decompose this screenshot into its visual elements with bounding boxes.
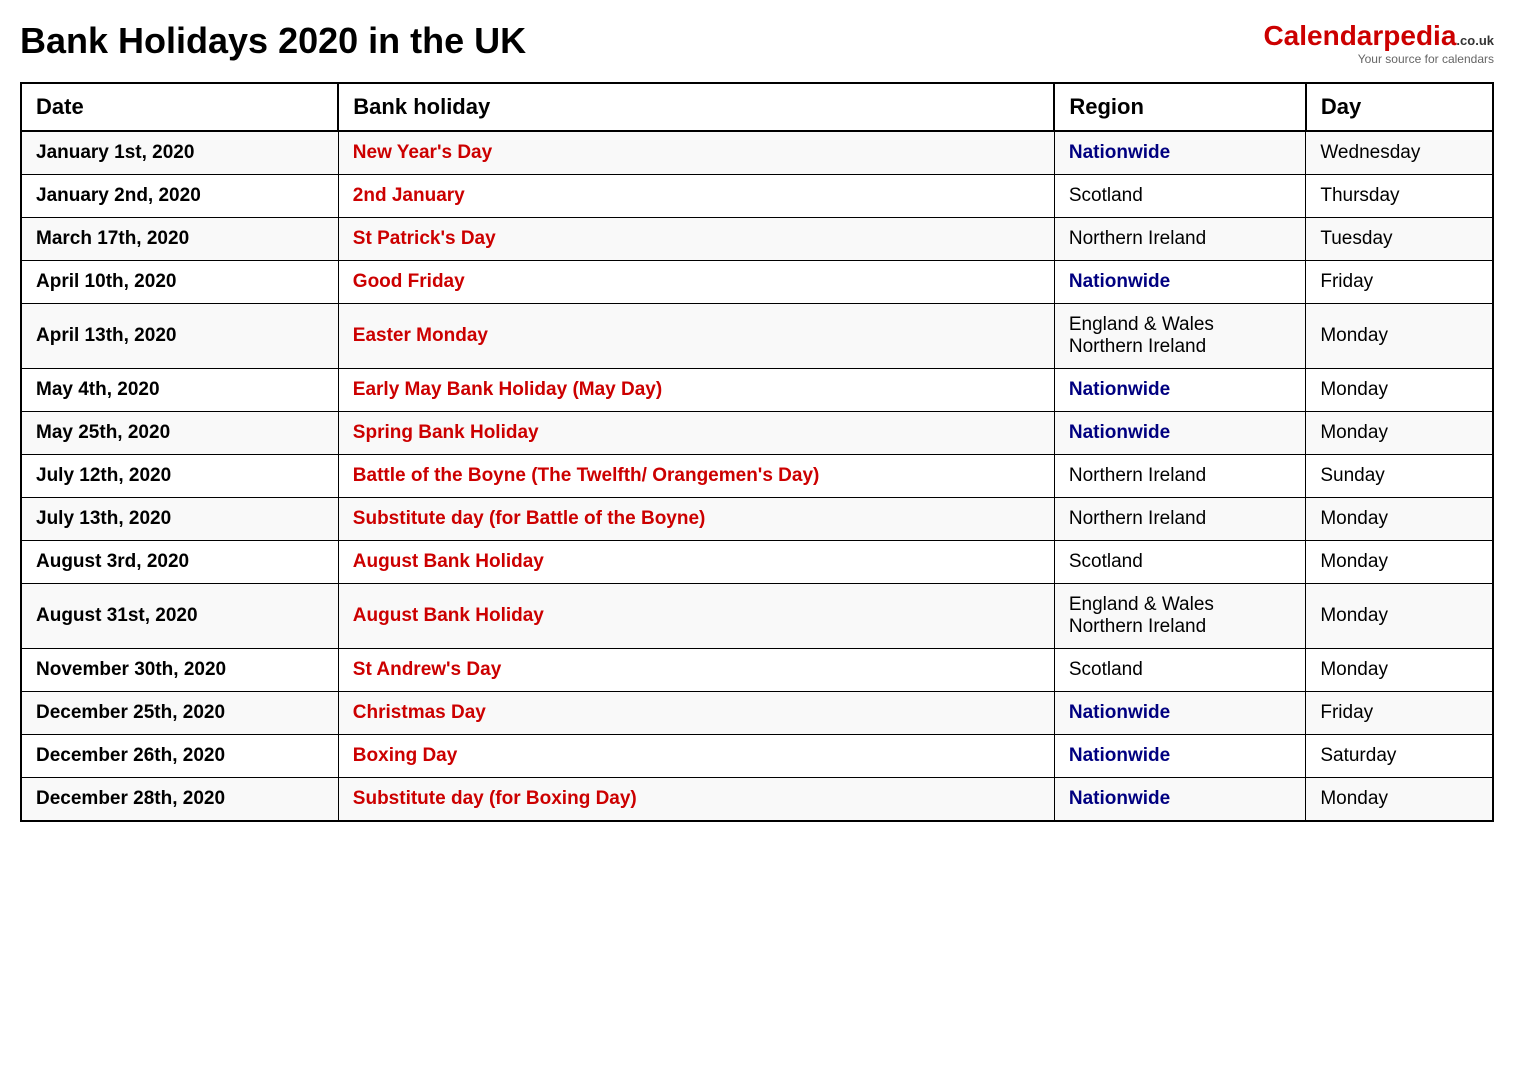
cell-date: November 30th, 2020 [21,649,338,692]
cell-holiday: Spring Bank Holiday [338,412,1054,455]
cell-date: July 13th, 2020 [21,498,338,541]
table-row: November 30th, 2020St Andrew's DayScotla… [21,649,1493,692]
cell-region: England & WalesNorthern Ireland [1054,584,1305,649]
cell-region: Nationwide [1054,692,1305,735]
table-header-row: Date Bank holiday Region Day [21,83,1493,131]
table-row: December 26th, 2020Boxing DayNationwideS… [21,735,1493,778]
cell-region: Nationwide [1054,735,1305,778]
cell-region: Nationwide [1054,778,1305,822]
cell-day: Monday [1306,304,1493,369]
cell-date: May 25th, 2020 [21,412,338,455]
cell-date: January 2nd, 2020 [21,175,338,218]
table-row: July 12th, 2020Battle of the Boyne (The … [21,455,1493,498]
col-region: Region [1054,83,1305,131]
cell-date: December 25th, 2020 [21,692,338,735]
cell-region: Scotland [1054,175,1305,218]
cell-day: Saturday [1306,735,1493,778]
page-header: Bank Holidays 2020 in the UK Calendarped… [20,20,1494,66]
cell-date: August 3rd, 2020 [21,541,338,584]
table-row: April 10th, 2020Good FridayNationwideFri… [21,261,1493,304]
cell-holiday: August Bank Holiday [338,584,1054,649]
cell-region: Scotland [1054,649,1305,692]
cell-region: Northern Ireland [1054,498,1305,541]
table-row: July 13th, 2020Substitute day (for Battl… [21,498,1493,541]
cell-holiday: Early May Bank Holiday (May Day) [338,369,1054,412]
cell-day: Thursday [1306,175,1493,218]
logo-subtitle: Your source for calendars [1358,52,1494,66]
cell-holiday: Christmas Day [338,692,1054,735]
cell-date: January 1st, 2020 [21,131,338,175]
logo-text: Calendarpedia.co.uk [1263,20,1494,52]
cell-region: England & WalesNorthern Ireland [1054,304,1305,369]
col-date: Date [21,83,338,131]
cell-day: Wednesday [1306,131,1493,175]
cell-holiday: Substitute day (for Boxing Day) [338,778,1054,822]
table-row: August 3rd, 2020August Bank HolidayScotl… [21,541,1493,584]
cell-day: Friday [1306,261,1493,304]
cell-holiday: Battle of the Boyne (The Twelfth/ Orange… [338,455,1054,498]
table-row: December 25th, 2020Christmas DayNationwi… [21,692,1493,735]
cell-date: May 4th, 2020 [21,369,338,412]
cell-region: Northern Ireland [1054,218,1305,261]
cell-holiday: St Andrew's Day [338,649,1054,692]
logo-container: Calendarpedia.co.uk Your source for cale… [1263,20,1494,66]
cell-holiday: Good Friday [338,261,1054,304]
logo-tld: .co.uk [1456,33,1494,48]
cell-region: Nationwide [1054,412,1305,455]
cell-date: April 10th, 2020 [21,261,338,304]
cell-region: Nationwide [1054,261,1305,304]
cell-holiday: Easter Monday [338,304,1054,369]
table-row: December 28th, 2020Substitute day (for B… [21,778,1493,822]
col-holiday: Bank holiday [338,83,1054,131]
table-row: April 13th, 2020Easter MondayEngland & W… [21,304,1493,369]
cell-date: March 17th, 2020 [21,218,338,261]
cell-day: Monday [1306,584,1493,649]
holidays-table: Date Bank holiday Region Day January 1st… [20,82,1494,822]
logo-pedia: pedia [1383,20,1456,51]
cell-date: August 31st, 2020 [21,584,338,649]
cell-holiday: Substitute day (for Battle of the Boyne) [338,498,1054,541]
table-row: March 17th, 2020St Patrick's DayNorthern… [21,218,1493,261]
cell-day: Monday [1306,412,1493,455]
cell-date: December 28th, 2020 [21,778,338,822]
cell-day: Monday [1306,498,1493,541]
cell-region: Nationwide [1054,369,1305,412]
page-title: Bank Holidays 2020 in the UK [20,20,526,62]
cell-day: Friday [1306,692,1493,735]
table-row: August 31st, 2020August Bank HolidayEngl… [21,584,1493,649]
cell-date: December 26th, 2020 [21,735,338,778]
col-day: Day [1306,83,1493,131]
table-row: January 2nd, 20202nd JanuaryScotlandThur… [21,175,1493,218]
cell-day: Monday [1306,649,1493,692]
cell-day: Monday [1306,778,1493,822]
cell-holiday: New Year's Day [338,131,1054,175]
cell-holiday: St Patrick's Day [338,218,1054,261]
cell-holiday: Boxing Day [338,735,1054,778]
table-row: May 25th, 2020Spring Bank HolidayNationw… [21,412,1493,455]
cell-date: April 13th, 2020 [21,304,338,369]
cell-day: Monday [1306,369,1493,412]
table-row: May 4th, 2020Early May Bank Holiday (May… [21,369,1493,412]
cell-day: Tuesday [1306,218,1493,261]
cell-holiday: 2nd January [338,175,1054,218]
table-row: January 1st, 2020New Year's DayNationwid… [21,131,1493,175]
cell-region: Northern Ireland [1054,455,1305,498]
cell-day: Sunday [1306,455,1493,498]
cell-day: Monday [1306,541,1493,584]
cell-holiday: August Bank Holiday [338,541,1054,584]
cell-date: July 12th, 2020 [21,455,338,498]
logo-calendar: Calendar [1263,20,1383,51]
cell-region: Nationwide [1054,131,1305,175]
cell-region: Scotland [1054,541,1305,584]
